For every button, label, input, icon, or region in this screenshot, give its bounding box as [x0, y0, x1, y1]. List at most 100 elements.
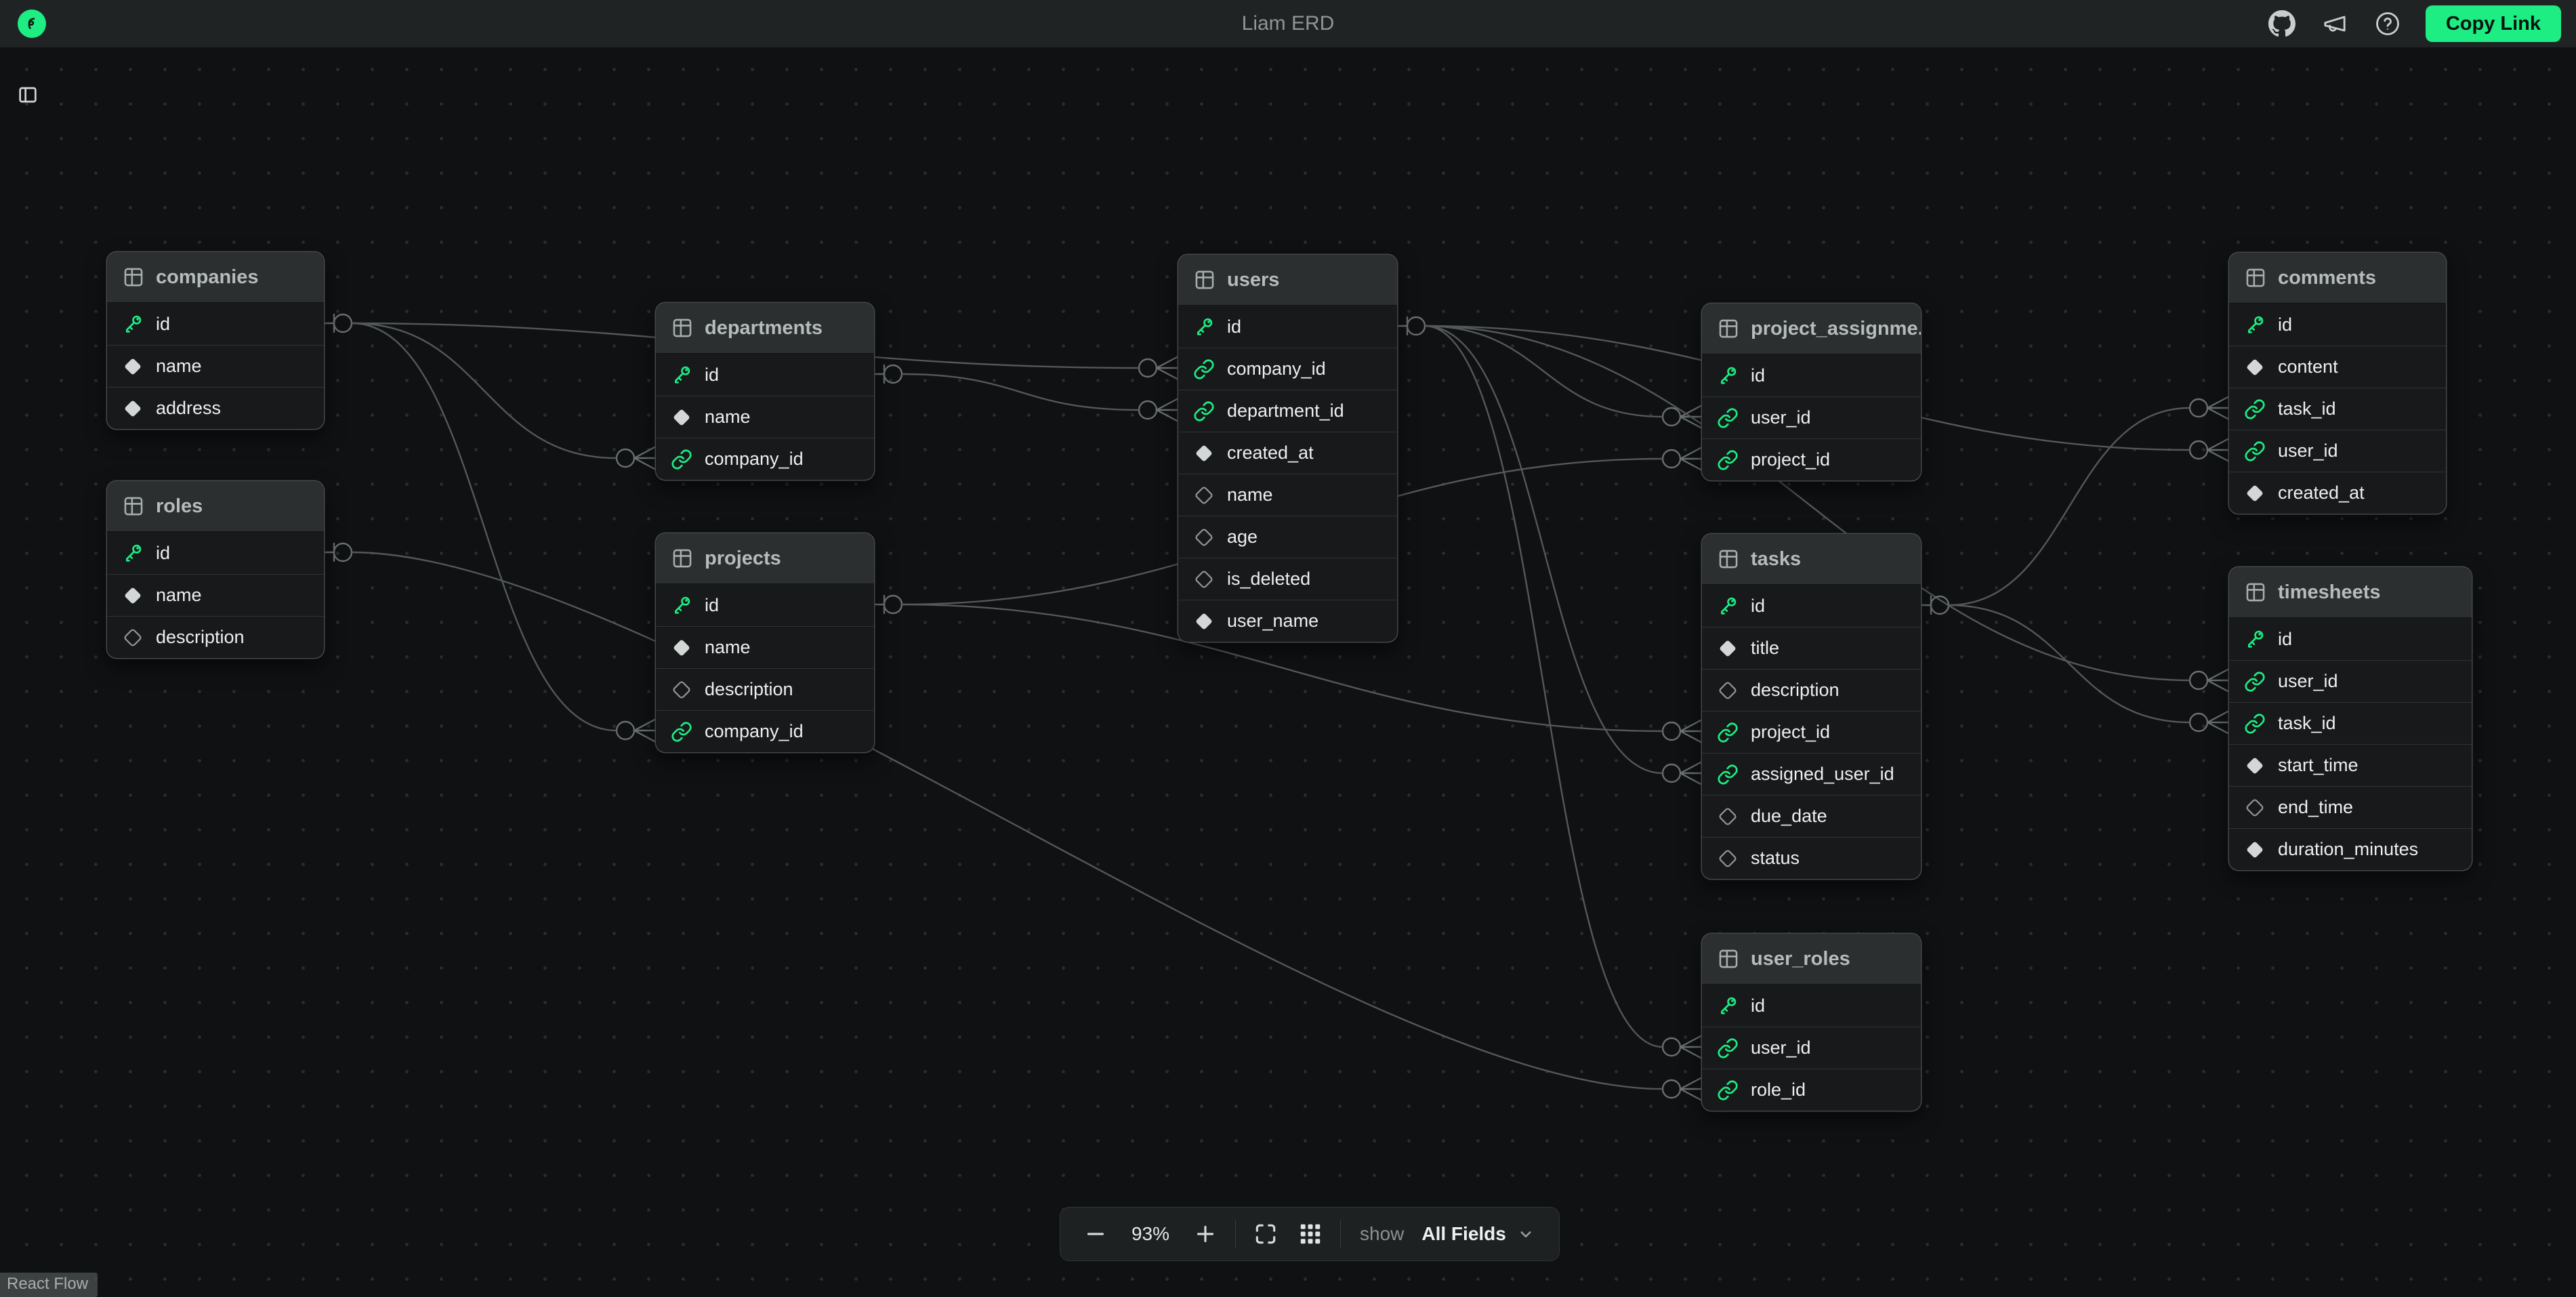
- table-icon: [671, 316, 694, 339]
- table-header-user_roles[interactable]: user_roles: [1702, 934, 1921, 985]
- key-icon: [671, 594, 692, 616]
- field-row-comments-id[interactable]: id: [2229, 304, 2446, 346]
- field-row-timesheets-task_id[interactable]: task_id: [2229, 702, 2472, 744]
- field-row-departments-company_id[interactable]: company_id: [656, 438, 874, 480]
- table-header-comments[interactable]: comments: [2229, 253, 2446, 304]
- table-header-companies[interactable]: companies: [107, 252, 324, 303]
- key-icon: [671, 364, 692, 386]
- field-row-projects-company_id[interactable]: company_id: [656, 710, 874, 752]
- field-row-projects-description[interactable]: description: [656, 668, 874, 710]
- field-row-users-company_id[interactable]: company_id: [1178, 348, 1397, 390]
- field-label: description: [1751, 680, 1840, 701]
- copy-link-button[interactable]: Copy Link: [2426, 5, 2561, 42]
- announcements-button[interactable]: [2320, 9, 2350, 39]
- field-row-timesheets-duration_minutes[interactable]: duration_minutes: [2229, 828, 2472, 870]
- fields-filter-dropdown[interactable]: All Fields: [1419, 1223, 1538, 1245]
- table-icon: [2244, 266, 2267, 289]
- field-row-roles-id[interactable]: id: [107, 532, 324, 574]
- field-row-user_roles-role_id[interactable]: role_id: [1702, 1069, 1921, 1111]
- link-icon: [1717, 722, 1739, 743]
- field-row-projects-name[interactable]: name: [656, 626, 874, 668]
- field-row-project_assignments-project_id[interactable]: project_id: [1702, 438, 1921, 480]
- table-timesheets[interactable]: timesheetsiduser_idtask_idstart_timeend_…: [2229, 567, 2472, 870]
- link-icon: [2244, 713, 2266, 735]
- table-user_roles[interactable]: user_rolesiduser_idrole_id: [1702, 934, 1921, 1111]
- table-projects[interactable]: projectsidnamedescriptioncompany_id: [656, 533, 874, 752]
- app-header: Liam ERD Copy Link: [0, 0, 2576, 48]
- field-label: company_id: [705, 449, 804, 470]
- field-row-roles-name[interactable]: name: [107, 574, 324, 616]
- field-row-tasks-assigned_user_id[interactable]: assigned_user_id: [1702, 753, 1921, 795]
- help-button[interactable]: [2373, 9, 2403, 39]
- field-label: name: [705, 407, 751, 428]
- table-comments[interactable]: commentsidcontent task_id user_idcreated_a…: [2229, 253, 2446, 514]
- field-row-users-is_deleted[interactable]: is_deleted: [1178, 558, 1397, 600]
- table-roles[interactable]: rolesidnamedescription: [107, 481, 324, 658]
- field-label: task_id: [2278, 398, 2336, 419]
- field-row-tasks-status[interactable]: status: [1702, 837, 1921, 879]
- field-row-users-id[interactable]: id: [1178, 306, 1397, 348]
- field-row-roles-description[interactable]: description: [107, 616, 324, 658]
- field-row-tasks-id[interactable]: id: [1702, 585, 1921, 627]
- zoom-in-button[interactable]: [1190, 1219, 1220, 1249]
- field-row-departments-id[interactable]: id: [656, 354, 874, 396]
- field-row-tasks-title[interactable]: title: [1702, 627, 1921, 669]
- tidy-up-button[interactable]: [1295, 1219, 1325, 1249]
- field-row-comments-task_id[interactable]: task_id: [2229, 388, 2446, 430]
- table-header-tasks[interactable]: tasks: [1702, 534, 1921, 585]
- field-row-user_roles-id[interactable]: id: [1702, 985, 1921, 1027]
- field-row-timesheets-user_id[interactable]: user_id: [2229, 660, 2472, 702]
- field-row-timesheets-id[interactable]: id: [2229, 618, 2472, 660]
- sidebar-toggle-button[interactable]: [14, 81, 42, 108]
- field-row-companies-address[interactable]: address: [107, 387, 324, 429]
- diamond-outline-icon: [2244, 797, 2266, 819]
- fit-view-button[interactable]: [1251, 1219, 1281, 1249]
- diamond-filled-icon: [1193, 442, 1215, 464]
- field-row-tasks-project_id[interactable]: project_id: [1702, 711, 1921, 753]
- field-label: id: [705, 365, 719, 386]
- field-row-users-user_name[interactable]: user_name: [1178, 600, 1397, 642]
- table-departments[interactable]: departments id name company_id: [656, 303, 874, 480]
- table-tasks[interactable]: tasksidtitle description project_idassigne…: [1702, 534, 1921, 879]
- zoom-level: 93%: [1125, 1223, 1176, 1245]
- field-row-project_assignments-user_id[interactable]: user_id: [1702, 396, 1921, 438]
- field-row-timesheets-start_time[interactable]: start_time: [2229, 744, 2472, 786]
- field-row-project_assignments-id[interactable]: id: [1702, 354, 1921, 396]
- table-header-roles[interactable]: roles: [107, 481, 324, 532]
- diamond-filled-icon: [2244, 356, 2266, 378]
- diamond-filled-icon: [2244, 755, 2266, 777]
- field-row-projects-id[interactable]: id: [656, 584, 874, 626]
- table-project_assignments[interactable]: project_assignme...iduser_id project_id: [1702, 304, 1921, 480]
- field-row-users-department_id[interactable]: department_id: [1178, 390, 1397, 432]
- field-row-departments-name[interactable]: name: [656, 396, 874, 438]
- field-row-user_roles-user_id[interactable]: user_id: [1702, 1027, 1921, 1069]
- diamond-filled-icon: [2244, 839, 2266, 861]
- table-header-users[interactable]: users: [1178, 255, 1397, 306]
- github-button[interactable]: [2267, 9, 2297, 39]
- field-row-comments-created_at[interactable]: created_at: [2229, 472, 2446, 514]
- field-row-comments-content[interactable]: content: [2229, 346, 2446, 388]
- field-row-tasks-description[interactable]: description: [1702, 669, 1921, 711]
- diamond-filled-icon: [671, 637, 692, 659]
- field-row-users-age[interactable]: age: [1178, 516, 1397, 558]
- field-row-users-name[interactable]: name: [1178, 474, 1397, 516]
- table-header-projects[interactable]: projects: [656, 533, 874, 584]
- field-row-timesheets-end_time[interactable]: end_time: [2229, 786, 2472, 828]
- link-icon: [1717, 1037, 1739, 1059]
- zoom-out-button[interactable]: [1081, 1219, 1110, 1249]
- field-label: duration_minutes: [2278, 839, 2418, 860]
- table-users[interactable]: usersidcompany_iddepartment_idcreated_at…: [1178, 255, 1397, 642]
- table-header-timesheets[interactable]: timesheets: [2229, 567, 2472, 618]
- react-flow-attribution[interactable]: React Flow: [0, 1273, 98, 1297]
- field-label: project_id: [1751, 449, 1830, 470]
- field-row-companies-id[interactable]: id: [107, 303, 324, 345]
- key-icon: [1193, 316, 1215, 337]
- field-row-comments-user_id[interactable]: user_id: [2229, 430, 2446, 472]
- table-header-project_assignments[interactable]: project_assignme...: [1702, 304, 1921, 354]
- field-row-tasks-due_date[interactable]: due_date: [1702, 795, 1921, 837]
- field-row-companies-name[interactable]: name: [107, 345, 324, 387]
- table-header-departments[interactable]: departments: [656, 303, 874, 354]
- field-row-users-created_at[interactable]: created_at: [1178, 432, 1397, 474]
- table-title: user_roles: [1751, 948, 1850, 970]
- table-companies[interactable]: companiesidnameaddress: [107, 252, 324, 429]
